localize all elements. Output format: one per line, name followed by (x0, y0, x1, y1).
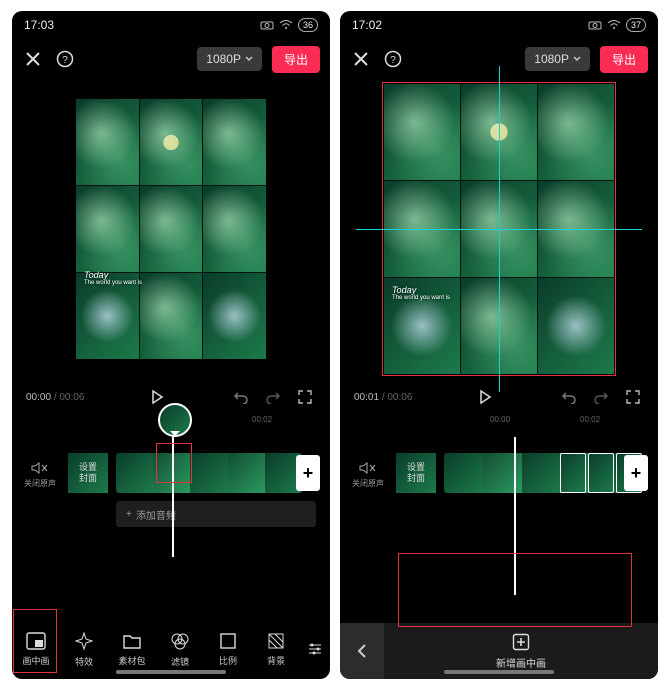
status-bar: 17:02 37 (340, 11, 658, 39)
background-icon (267, 632, 285, 650)
sliders-icon (306, 640, 324, 658)
help-button[interactable]: ? (54, 48, 76, 70)
home-indicator (444, 670, 554, 674)
add-audio-button[interactable]: + 添加音频 (116, 501, 316, 527)
add-clip-button[interactable]: + (296, 455, 320, 491)
timeline[interactable]: 关闭原声 设置 封面 + + 添加音频 (12, 431, 330, 557)
tool-pack[interactable]: 素材包 (108, 632, 156, 667)
wifi-icon (607, 20, 621, 30)
wifi-icon (279, 20, 293, 30)
close-button[interactable] (22, 48, 44, 70)
video-clip[interactable] (116, 453, 302, 493)
filter-icon (170, 631, 190, 651)
battery-indicator: 37 (626, 18, 646, 32)
add-clip-button[interactable]: + (624, 455, 648, 491)
sparkle-icon (74, 631, 94, 651)
chevron-down-icon (573, 56, 581, 62)
set-cover-button[interactable]: 设置 封面 (68, 453, 108, 493)
camera-icon (588, 20, 602, 30)
pip-icon (26, 632, 46, 650)
add-pip-button[interactable]: 新增画中画 (384, 633, 658, 670)
add-pip-icon (512, 633, 530, 651)
editor-header: ? 1080P 导出 (12, 39, 330, 79)
time-display: 00:00 / 00:06 (26, 392, 84, 403)
resolution-button[interactable]: 1080P (525, 47, 590, 71)
play-button[interactable] (474, 386, 496, 408)
preview-canvas[interactable]: Today The world you want is (384, 84, 614, 374)
close-button[interactable] (350, 48, 372, 70)
resolution-label: 1080P (534, 52, 569, 66)
resolution-label: 1080P (206, 52, 241, 66)
pip-clip[interactable] (588, 453, 614, 493)
phone-left: 17:03 36 ? 1080P 导出 (12, 11, 330, 679)
chevron-down-icon (245, 56, 253, 62)
transition-bubble[interactable] (158, 403, 192, 437)
ratio-icon (219, 632, 237, 650)
timeline[interactable]: 关闭原声 设置 封面 + (340, 431, 658, 601)
resolution-button[interactable]: 1080P (197, 47, 262, 71)
plus-icon: + (126, 509, 132, 520)
home-indicator (116, 670, 226, 674)
redo-button[interactable] (590, 386, 612, 408)
status-bar: 17:03 36 (12, 11, 330, 39)
folder-icon (122, 632, 142, 650)
fullscreen-button[interactable] (622, 386, 644, 408)
export-button[interactable]: 导出 (600, 46, 648, 73)
svg-text:?: ? (62, 55, 68, 66)
tool-pip[interactable]: 画中画 (12, 632, 60, 667)
tool-bg[interactable]: 背景 (252, 632, 300, 667)
playhead[interactable] (172, 431, 174, 557)
back-button[interactable] (340, 623, 384, 679)
overlay-text: Today The world you want is (392, 285, 450, 302)
speaker-mute-icon (31, 461, 49, 475)
set-cover-button[interactable]: 设置 封面 (396, 453, 436, 493)
pip-clip[interactable] (560, 453, 586, 493)
status-time: 17:03 (24, 18, 54, 32)
tool-adjust[interactable] (300, 640, 330, 658)
tool-filter[interactable]: 滤镜 (156, 631, 204, 668)
guide-horizontal (356, 229, 642, 230)
export-button[interactable]: 导出 (272, 46, 320, 73)
chevron-left-icon (357, 644, 367, 658)
svg-text:?: ? (390, 55, 396, 66)
preview-area[interactable]: Today The world you want is (20, 79, 322, 379)
fullscreen-button[interactable] (294, 386, 316, 408)
undo-button[interactable] (230, 386, 252, 408)
timeline-ruler: 00:0000:02 (340, 415, 658, 431)
time-display: 00:01 / 00:06 (354, 392, 412, 403)
preview-area[interactable]: Today The world you want is (348, 79, 650, 379)
battery-indicator: 36 (298, 18, 318, 32)
redo-button[interactable] (262, 386, 284, 408)
overlay-text: Today The world you want is (84, 270, 142, 287)
mute-original-button[interactable]: 关闭原声 (24, 461, 56, 489)
status-time: 17:02 (352, 18, 382, 32)
preview-canvas[interactable]: Today The world you want is (76, 99, 266, 359)
tool-fx[interactable]: 特效 (60, 631, 108, 668)
camera-icon (260, 20, 274, 30)
speaker-mute-icon (359, 461, 377, 475)
phone-right: 17:02 37 ? 1080P 导出 Today The world you … (340, 11, 658, 679)
mute-original-button[interactable]: 关闭原声 (352, 461, 384, 489)
undo-button[interactable] (558, 386, 580, 408)
tool-ratio[interactable]: 比例 (204, 632, 252, 667)
help-button[interactable]: ? (382, 48, 404, 70)
playhead[interactable] (514, 437, 516, 595)
preview-collage (76, 99, 266, 359)
